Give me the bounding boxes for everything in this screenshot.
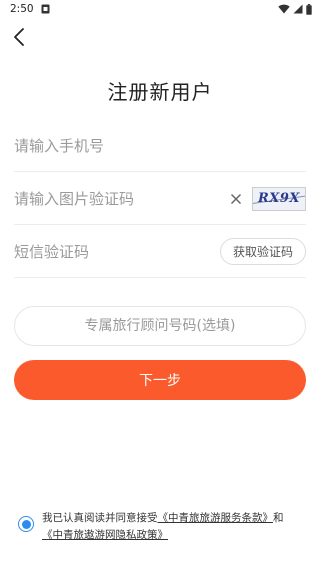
image-code-input[interactable] [14, 173, 226, 224]
wifi-icon [278, 4, 290, 14]
privacy-policy-link[interactable]: 《中青旅遨游网隐私政策》 [42, 529, 168, 541]
phone-field [14, 120, 306, 172]
get-sms-code-button[interactable]: 获取验证码 [219, 238, 306, 265]
status-right [278, 3, 312, 15]
radio-checked-dot [21, 519, 31, 529]
clear-icon[interactable] [226, 189, 246, 209]
back-arrow-icon [14, 28, 24, 46]
captcha-text: RX9X [257, 191, 301, 206]
agreement-radio[interactable] [18, 516, 34, 532]
battery-icon [306, 3, 312, 15]
service-terms-link[interactable]: 《中青旅旅游服务条款》 [158, 512, 274, 524]
page-title: 注册新用户 [107, 80, 213, 104]
advisor-number-input[interactable] [15, 307, 305, 345]
notification-icon [41, 4, 50, 14]
agreement-conjunction: 和 [273, 512, 284, 524]
next-step-button[interactable]: 下一步 [14, 360, 306, 400]
status-left: 2:50 [10, 3, 50, 15]
back-button[interactable] [6, 24, 32, 50]
agreement: 我已认真阅读并同意接受《中青旅旅游服务条款》和《中青旅遨游网隐私政策》 [18, 510, 308, 544]
advisor-number-field [14, 306, 306, 346]
status-time: 2:50 [10, 3, 34, 15]
image-code-field: RX9X [14, 173, 306, 225]
sms-code-input[interactable] [14, 226, 220, 277]
agreement-prefix: 我已认真阅读并同意接受 [42, 512, 158, 524]
signal-icon [293, 4, 303, 14]
status-bar: 2:50 [0, 0, 320, 18]
captcha-image[interactable]: RX9X [252, 186, 306, 211]
agreement-text: 我已认真阅读并同意接受《中青旅旅游服务条款》和《中青旅遨游网隐私政策》 [42, 510, 284, 544]
phone-input[interactable] [14, 120, 306, 171]
sms-code-field: 获取验证码 [14, 226, 306, 278]
